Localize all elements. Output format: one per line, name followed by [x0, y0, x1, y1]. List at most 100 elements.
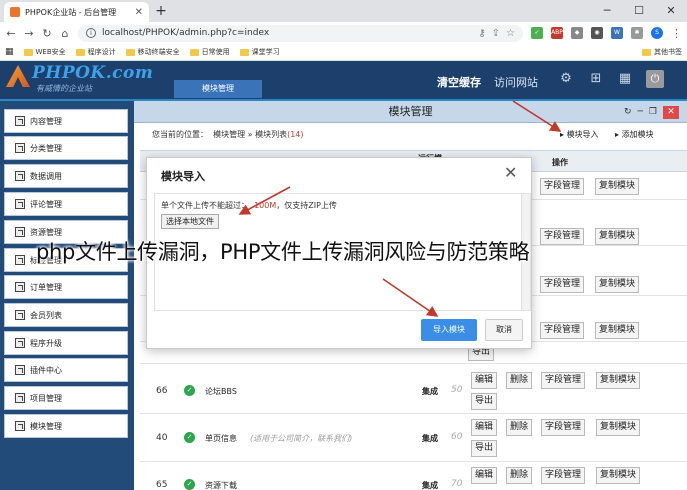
browser-menu-icon[interactable]: ⋮	[671, 27, 682, 40]
module-type: 集成	[422, 481, 438, 490]
sidebar-item-data-call[interactable]: 数据调用	[4, 164, 128, 188]
maximize-icon[interactable]: ☐	[623, 0, 655, 22]
visit-site-link[interactable]: 访问网站	[494, 74, 538, 90]
copy-module-button[interactable]: 复制模块	[596, 419, 641, 436]
windows-icon[interactable]: ⊞	[588, 71, 604, 87]
sidebar-item-projects[interactable]: 项目管理	[4, 386, 128, 410]
status-check-icon[interactable]: ✓	[184, 432, 195, 443]
delete-button[interactable]: 删除	[506, 372, 533, 389]
sidebar-item-category[interactable]: 分类管理	[4, 136, 128, 160]
link-icon	[15, 143, 25, 153]
bookmark-folder[interactable]: 移动终端安全	[125, 47, 180, 57]
close-icon[interactable]: ✕	[663, 105, 679, 119]
back-icon[interactable]: ←	[6, 27, 16, 40]
extensions-puzzle-icon[interactable]: ✱	[631, 27, 643, 39]
close-tab-icon[interactable]: ✕	[135, 7, 143, 18]
status-check-icon[interactable]: ✓	[184, 385, 195, 396]
bookmark-folder[interactable]: WEB安全	[23, 47, 66, 57]
sidebar-item-members[interactable]: 会员列表	[4, 303, 128, 327]
copy-module-button[interactable]: 复制模块	[595, 178, 640, 195]
bookmark-star-icon[interactable]: ☆	[506, 28, 515, 39]
overlay-caption: php文件上传漏洞，PHP文件上传漏洞风险与防范策略	[36, 240, 530, 264]
breadcrumb-modules[interactable]: 模块管理	[213, 130, 245, 139]
edit-button[interactable]: 编辑	[471, 419, 498, 436]
sidebar-item-modules[interactable]: 模块管理	[4, 414, 128, 438]
profile-avatar[interactable]: S	[651, 27, 663, 39]
extension-check-icon[interactable]: ✓	[531, 27, 543, 39]
field-manage-button[interactable]: 字段管理	[541, 419, 586, 436]
logo[interactable]: PHPOK.com 有威情的企业站	[6, 63, 153, 97]
restore-icon[interactable]: ❐	[649, 107, 657, 117]
choose-file-button[interactable]: 选择本地文件	[161, 214, 219, 229]
clear-cache-link[interactable]: 清空缓存	[437, 74, 481, 90]
module-name: 单页信息	[205, 434, 237, 443]
sidebar-item-content[interactable]: 内容管理	[4, 109, 128, 133]
table-row: 65 ✓ 资源下载 集成 70 编辑 删除 字段管理 复制模块	[140, 462, 687, 490]
breadcrumb: 您当前的位置： 模块管理 » 模块列表(14)	[152, 130, 304, 139]
module-order: 50	[451, 385, 463, 395]
sidebar-item-orders[interactable]: 订单管理	[4, 275, 128, 299]
close-window-icon[interactable]: ✕	[655, 0, 687, 22]
url-input[interactable]: i localhost/PHPOK/admin.php?c=index ⚷ ⇪ …	[78, 24, 523, 42]
field-manage-button[interactable]: 字段管理	[540, 276, 585, 293]
minimize-icon[interactable]: ─	[591, 0, 623, 22]
export-button[interactable]: 导出	[471, 440, 498, 457]
bookmark-apps-icon[interactable]: ▦	[5, 47, 14, 57]
logout-power-icon[interactable]: ⏻	[646, 70, 664, 88]
sidebar-item-upgrade[interactable]: 程序升级	[4, 331, 128, 355]
share-icon[interactable]: ⇪	[492, 28, 500, 39]
minimize-icon[interactable]: ─	[638, 107, 643, 117]
copy-module-button[interactable]: 复制模块	[596, 467, 641, 484]
field-manage-button[interactable]: 字段管理	[540, 178, 585, 195]
browser-tab[interactable]: PHPOK企业站 - 后台管理 ✕	[4, 2, 149, 22]
other-bookmarks[interactable]: 其他书签	[642, 47, 682, 57]
bookmark-folder[interactable]: 日常使用	[189, 47, 230, 57]
refresh-icon[interactable]: ↻	[624, 107, 632, 117]
sidebar-item-comments[interactable]: 评论管理	[4, 192, 128, 216]
address-bar-row: ← → ↻ ⌂ i localhost/PHPOK/admin.php?c=in…	[0, 22, 687, 44]
extension-icon[interactable]: ◆	[571, 27, 583, 39]
sidebar-item-plugins[interactable]: 插件中心	[4, 358, 128, 382]
new-tab-button[interactable]: +	[152, 2, 170, 20]
module-id: 40	[156, 433, 168, 443]
bookmark-folder[interactable]: 程序设计	[75, 47, 116, 57]
field-manage-button[interactable]: 字段管理	[540, 322, 585, 339]
folder-icon	[23, 48, 33, 56]
delete-button[interactable]: 删除	[506, 419, 533, 436]
dialog-close-icon[interactable]: ✕	[504, 163, 517, 182]
gear-icon[interactable]: ⚙	[558, 71, 574, 87]
window-controls: ─ ☐ ✕	[591, 0, 687, 22]
copy-module-button[interactable]: 复制模块	[596, 372, 641, 389]
import-module-button[interactable]: 导入模块	[421, 319, 477, 341]
field-manage-button[interactable]: 字段管理	[541, 467, 586, 484]
status-check-icon[interactable]: ✓	[184, 479, 195, 490]
reload-icon[interactable]: ↻	[42, 27, 52, 40]
delete-button[interactable]: 删除	[506, 467, 533, 484]
breadcrumb-module-list[interactable]: 模块列表	[255, 130, 287, 139]
copy-module-button[interactable]: 复制模块	[595, 276, 640, 293]
top-nav-modules[interactable]: 模块管理	[174, 80, 262, 98]
import-module-link[interactable]: ▸ 模块导入	[560, 129, 599, 140]
extension-icon-3[interactable]: W	[611, 27, 623, 39]
cancel-button[interactable]: 取消	[485, 319, 523, 341]
add-module-link[interactable]: ▸ 添加模块	[615, 129, 654, 140]
link-icon	[15, 282, 25, 292]
extension-icon-2[interactable]: ◉	[591, 27, 603, 39]
extension-abp-icon[interactable]: ABP	[551, 27, 563, 39]
site-info-icon[interactable]: i	[86, 28, 96, 38]
copy-module-button[interactable]: 复制模块	[595, 322, 640, 339]
module-name: 论坛BBS	[205, 387, 237, 396]
home-icon[interactable]: ⌂	[60, 27, 70, 40]
grid-icon[interactable]: ▦	[617, 71, 633, 87]
module-type: 集成	[422, 387, 438, 396]
edit-button[interactable]: 编辑	[471, 372, 498, 389]
edit-button[interactable]: 编辑	[471, 467, 498, 484]
forward-icon[interactable]: →	[24, 27, 34, 40]
panel-title: 模块管理	[134, 101, 687, 123]
key-icon[interactable]: ⚷	[478, 28, 485, 39]
export-button[interactable]: 导出	[471, 393, 498, 410]
module-order: 60	[451, 432, 463, 442]
bookmark-folder[interactable]: 课堂学习	[239, 47, 280, 57]
link-icon	[15, 116, 25, 126]
field-manage-button[interactable]: 字段管理	[541, 372, 586, 389]
